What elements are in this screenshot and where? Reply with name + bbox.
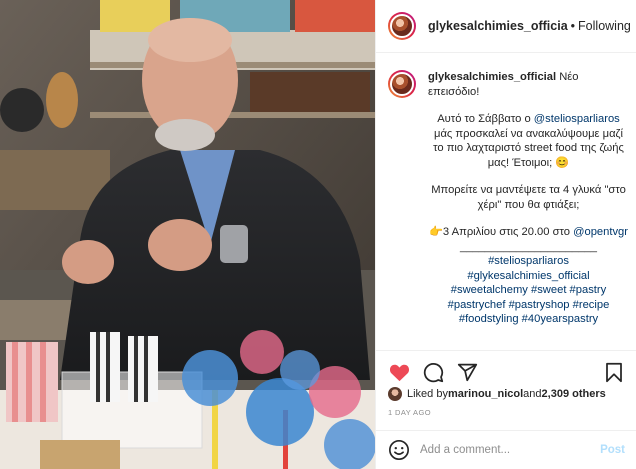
caption-p3-a: 3 Απριλίου στις 20.00 στο [442,226,574,238]
post-timestamp[interactable]: 1 DAY AGO [388,408,431,417]
comment-bar: Post [376,430,636,469]
likes-middle: and [523,388,542,400]
caption-p2: Μπορείτε να μαντέψετε τα 4 γλυκά "στο χέ… [431,184,626,211]
hashtag-line-1[interactable]: #steliosparliaros [488,255,569,267]
post-header: glykesalchimies_officia • Following [376,0,636,53]
comment-icon[interactable] [422,362,444,384]
post-side-panel: glykesalchimies_officia • Following glyk… [375,0,636,469]
liker-username[interactable]: marinou_nicol [448,388,523,400]
caption-text: glykesalchimies_official Νέο επεισόδιο! … [428,70,629,348]
post-actions [376,350,636,386]
hashtag-line-3[interactable]: #sweetalchemy #sweet #pastry [451,284,606,296]
emoji-icon[interactable] [388,439,410,461]
pointing-hand-emoji-icon: 👉 [428,226,443,238]
caption-section: glykesalchimies_official Νέο επεισόδιο! … [376,58,636,348]
comment-input[interactable] [420,444,601,456]
hashtag-line-2[interactable]: #glykesalchimies_official [467,270,589,282]
header-avatar[interactable] [388,12,416,40]
following-button[interactable]: Following [578,19,631,33]
heart-filled-icon[interactable] [388,362,410,384]
hashtag-line-5[interactable]: #foodstyling #40yearspastry [459,313,598,325]
likes-summary: Liked by marinou_nicol and 2,309 others [388,385,633,403]
header-username[interactable]: glykesalchimies_officia [428,19,568,33]
caption-divider: ______________________ [460,240,597,253]
smile-emoji-icon: 😊 [555,156,570,169]
post-comment-button[interactable]: Post [600,444,625,456]
caption-p1-b: μάς προσκαλεί να ανακαλύψουμε μαζί το πι… [433,127,624,169]
likes-count[interactable]: 2,309 others [542,388,606,400]
liker-avatar[interactable] [388,387,402,401]
mention-opentvgr[interactable]: @opentvgr [573,226,628,238]
share-icon[interactable] [456,362,478,384]
caption-username[interactable]: glykesalchimies_official [428,71,556,83]
likes-prefix: Liked by [407,388,448,400]
mention-steliosparliaros[interactable]: @steliosparliaros [534,113,620,125]
hashtag-line-4[interactable]: #pastrychef #pastryshop #recipe [448,299,610,311]
bookmark-icon[interactable] [603,362,625,384]
caption-avatar[interactable] [388,70,416,98]
post-image[interactable] [0,0,375,469]
header-separator: • [570,19,576,33]
caption-p1-a: Αυτό το Σάββατο ο [437,113,534,125]
